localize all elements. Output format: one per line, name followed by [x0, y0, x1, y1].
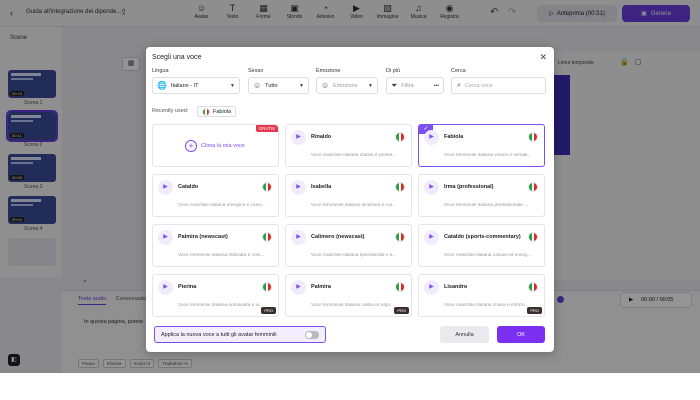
- voice-card[interactable]: ▶ Pierina Voce femminile italiana entusias…: [152, 274, 279, 317]
- plus-icon: +: [185, 140, 197, 152]
- voice-card[interactable]: ▶ Palmira Voce femminile italiana calda ed…: [285, 274, 412, 317]
- emotion-select[interactable]: ☺ Emozione ▼: [316, 77, 378, 94]
- chevron-down-icon: ▼: [230, 82, 235, 89]
- voice-card[interactable]: ▶ Cataldo (sports-commentary) Voce maschil…: [418, 224, 545, 267]
- play-icon[interactable]: ▶: [291, 130, 306, 145]
- play-icon[interactable]: ▶: [291, 180, 306, 195]
- apply-all-toggle[interactable]: [305, 331, 319, 339]
- emotion-label: Emozione: [316, 68, 341, 74]
- italy-flag-icon: [528, 182, 538, 192]
- voice-description: Voce maschile italiana energica e coinv.…: [178, 203, 266, 208]
- play-icon[interactable]: ▶: [158, 280, 173, 295]
- smile-icon: ☺: [321, 81, 330, 90]
- more-filters-label: Di più: [386, 68, 401, 74]
- voice-description: Voce femminile italiana vivace e versati…: [444, 153, 532, 158]
- voice-card[interactable]: ▶ Rinaldo Voce maschile italiana stabile e…: [285, 124, 412, 167]
- free-badge: GRATIS: [255, 125, 278, 132]
- play-icon[interactable]: ▶: [291, 230, 306, 245]
- ok-button[interactable]: OK: [497, 326, 545, 343]
- chevron-down-icon: ▼: [299, 82, 304, 89]
- play-icon[interactable]: ▶: [424, 280, 439, 295]
- choose-voice-dialog: Scegli una voce ✕ Lingua 🌐 Italiano - IT…: [146, 47, 554, 352]
- globe-icon: 🌐: [157, 81, 167, 90]
- voice-description: Voce femminile italiana calda ed espr...: [311, 303, 394, 308]
- voice-name: Palmira (newscast): [178, 234, 228, 240]
- play-icon[interactable]: ▶: [424, 230, 439, 245]
- voice-name: Irma (professional): [444, 184, 494, 190]
- voice-description: Voce femminile italiana dinamica e coi..…: [311, 203, 397, 208]
- recently-used-label: Recently used:: [152, 108, 189, 114]
- italy-flag-icon: [528, 232, 538, 242]
- close-icon[interactable]: ✕: [539, 52, 547, 63]
- voice-description: Voce femminile italiana entusiasta e vi.…: [178, 303, 264, 308]
- more-filters-select[interactable]: ⏷ Filtra •••: [386, 77, 444, 94]
- italy-flag-icon: [262, 232, 272, 242]
- voice-card[interactable]: ▶ Lisandro Voce maschile italiana chiara e…: [418, 274, 545, 317]
- voice-description: Voce maschile italiana casual ed energ..…: [444, 253, 531, 258]
- pro-badge: PRO: [394, 307, 409, 314]
- voice-card[interactable]: ▶ Irma (professional) Voce femminile itali…: [418, 174, 545, 217]
- search-input[interactable]: ⌕ Cerca voce: [451, 77, 546, 94]
- gender-select[interactable]: ☺ Tutto ▼: [248, 77, 309, 94]
- voice-card[interactable]: ▶ Cataldo Voce maschile italiana energica …: [152, 174, 279, 217]
- italy-flag-icon: [395, 132, 405, 142]
- voice-name: Pierina: [178, 284, 197, 290]
- filter-icon: ⏷: [391, 80, 398, 90]
- search-icon: ⌕: [457, 81, 461, 89]
- search-label: Cerca: [451, 68, 466, 74]
- pro-badge: PRO: [527, 307, 542, 314]
- italy-flag-icon: [528, 282, 538, 292]
- voice-card[interactable]: ▶ Calimero (newscast) Voce maschile italia…: [285, 224, 412, 267]
- voice-description: Voce maschile italiana stabile e profes.…: [311, 153, 397, 158]
- italy-flag-icon: [262, 182, 272, 192]
- voice-name: Palmira: [311, 284, 331, 290]
- language-label: Lingua: [152, 68, 169, 74]
- cancel-button[interactable]: Annulla: [440, 326, 489, 343]
- gender-label: Sesso: [248, 68, 264, 74]
- italy-flag-icon: [395, 232, 405, 242]
- apply-all-label: Applica la nuova voce a tutti gli avatar…: [161, 331, 277, 338]
- voice-name: Calimero (newscast): [311, 234, 365, 240]
- play-icon[interactable]: ▶: [158, 180, 173, 195]
- voice-card[interactable]: ✓ ▶ Fabiola Voce femminile italiana vivace …: [418, 124, 545, 167]
- play-icon[interactable]: ▶: [291, 280, 306, 295]
- voice-description: Voce femminile italiana professionale ..…: [444, 203, 529, 208]
- clone-voice-card[interactable]: GRATIS + Clona la mia voce: [152, 124, 279, 167]
- italy-flag-icon: [395, 282, 405, 292]
- voice-name: Fabiola: [444, 134, 464, 140]
- language-select[interactable]: 🌐 Italiano - IT ▼: [152, 77, 240, 94]
- voice-description: Voce maschile italiana spensierata e s..…: [311, 253, 397, 258]
- play-icon[interactable]: ▶: [158, 230, 173, 245]
- play-icon[interactable]: ▶: [424, 130, 439, 145]
- voice-card[interactable]: ▶ Isabella Voce femminile italiana dinamic…: [285, 174, 412, 217]
- voice-description: Voce maschile italiana chiara e inform..…: [444, 303, 529, 308]
- clone-voice-label: Clona la mia voce: [201, 143, 245, 149]
- more-icon: •••: [433, 82, 439, 89]
- dialog-title: Scegli una voce: [152, 54, 202, 61]
- voice-card[interactable]: ▶ Palmira (newscast) Voce femminile italia…: [152, 224, 279, 267]
- italy-flag-icon: [528, 132, 538, 142]
- pro-badge: PRO: [261, 307, 276, 314]
- recent-voice-chip[interactable]: Fabiola: [197, 106, 237, 117]
- voice-name: Cataldo: [178, 184, 199, 190]
- voice-name: Cataldo (sports-commentary): [444, 234, 521, 240]
- user-icon: ☺: [253, 81, 262, 90]
- voice-name: Lisandro: [444, 284, 468, 290]
- apply-all-avatars-option: Applica la nuova voce a tutti gli avatar…: [154, 326, 326, 343]
- play-icon[interactable]: ▶: [424, 180, 439, 195]
- italy-flag-icon: [395, 182, 405, 192]
- voice-name: Isabella: [311, 184, 332, 190]
- voice-description: Voce femminile italiana rilassata e coin…: [178, 253, 265, 258]
- italy-flag-icon: [202, 107, 210, 116]
- chevron-down-icon: ▼: [368, 82, 373, 89]
- italy-flag-icon: [262, 282, 272, 292]
- voice-name: Rinaldo: [311, 134, 332, 140]
